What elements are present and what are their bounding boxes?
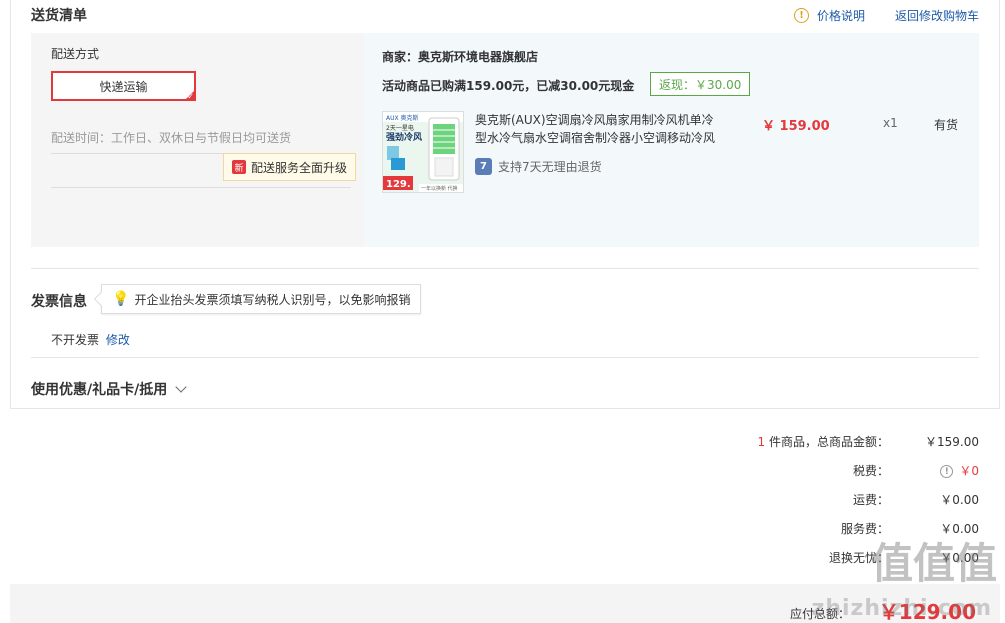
stock-status: 有货 <box>934 118 959 132</box>
price-note-link[interactable]: ! 价格说明 <box>793 7 865 24</box>
air-cooler-image: AUX 奥克斯 2天一星电 强劲冷风 129. 一年以换新 代换 <box>383 112 463 192</box>
tax-value-cell: ! ￥0 <box>889 462 979 479</box>
chevron-down-icon <box>175 381 187 393</box>
rebate-badge: 返现：￥30.00 <box>650 72 751 96</box>
coupon-label: 使用优惠/礼品卡/抵用 <box>31 382 168 398</box>
watermark-text: zhizhizhi.com <box>811 596 992 621</box>
warning-icon: ! <box>793 8 809 23</box>
header-links: ! 价格说明 返回修改购物车 <box>793 7 979 24</box>
info-icon[interactable]: ! <box>940 465 954 478</box>
goods-amount-value: ￥159.00 <box>925 435 979 449</box>
watermark-logo: 值值值 <box>870 539 997 588</box>
invoice-title: 发票信息 <box>31 294 87 310</box>
summary-row-total-goods: 1 件商品，总商品金额： ￥159.00 <box>689 433 979 450</box>
promo-text: 活动商品已购满159.00元，已减30.00元现金 <box>382 79 635 93</box>
summary-row-service: 服务费： ￥0.00 <box>689 520 979 537</box>
seven-day-return-icon: 7 <box>475 158 492 175</box>
divider <box>51 187 351 188</box>
back-to-cart-link[interactable]: 返回修改购物车 <box>895 7 979 24</box>
invoice-tip: 💡 开企业抬头发票须填写纳税人识别号，以免影响报销 <box>93 284 422 314</box>
shipping-method-label: 配送方式 <box>51 47 100 61</box>
divider <box>31 268 979 269</box>
product-price: ￥ 159.00 <box>762 119 830 134</box>
service-fee-value: ￥0.00 <box>940 522 979 536</box>
return-policy: 7 支持7天无理由退货 <box>475 158 602 175</box>
merchant-name: 商家：奥克斯环境电器旗舰店 <box>382 50 539 64</box>
shipping-method-panel: 配送方式 快递运输 ✓ 配送时间：工作日、双休日与节假日均可送货 新 配送服务全… <box>31 33 364 247</box>
upgrade-text: 配送服务全面升级 <box>251 160 348 175</box>
image-headline-small: 2天一星电 <box>386 124 414 132</box>
tax-value: ￥0 <box>959 464 979 478</box>
shipping-box: 配送方式 快递运输 ✓ 配送时间：工作日、双休日与节假日均可送货 新 配送服务全… <box>31 33 979 247</box>
express-shipping-option[interactable]: 快递运输 ✓ <box>51 71 196 101</box>
goods-amount-label: 件商品，总商品金额： <box>765 435 889 449</box>
invoice-status-text: 不开发票 <box>51 333 100 347</box>
image-headline: 强劲冷风 <box>386 131 422 143</box>
divider <box>31 357 979 358</box>
price-note-label[interactable]: 价格说明 <box>817 7 865 24</box>
image-brand: AUX 奥克斯 <box>386 114 419 122</box>
image-footer: 一年以换新 代换 <box>421 185 458 192</box>
summary-row-tax: 税费： ! ￥0 <box>689 462 979 479</box>
invoice-tip-text: 开企业抬头发票须填写纳税人识别号，以免影响报销 <box>134 292 411 307</box>
payment-total-bar: 应付总额： ￥129.00 zhizhizhi.com <box>10 584 1000 623</box>
image-price: 129. <box>386 179 411 190</box>
service-fee-label: 服务费： <box>840 522 889 536</box>
check-icon: ✓ <box>187 92 194 101</box>
product-image[interactable]: AUX 奥克斯 2天一星电 强劲冷风 129. 一年以换新 代换 <box>382 111 464 193</box>
lightbulb-icon: 💡 <box>112 291 130 307</box>
express-shipping-label: 快递运输 <box>99 79 148 94</box>
summary-row-freight: 运费： ￥0.00 <box>689 491 979 508</box>
freight-value: ￥0.00 <box>940 493 979 507</box>
delivery-list-title: 送货清单 <box>31 8 87 24</box>
return-policy-text: 支持7天无理由退货 <box>498 160 602 174</box>
tax-label: 税费： <box>852 464 889 478</box>
delivery-time: 配送时间：工作日、双休日与节假日均可送货 <box>51 131 292 145</box>
product-name-link[interactable]: 奥克斯(AUX)空调扇冷风扇家用制冷风机单冷型水冷气扇水空调宿舍制冷器小空调移动… <box>475 111 725 147</box>
merchant-panel: 商家：奥克斯环境电器旗舰店 活动商品已购满159.00元，已减30.00元现金 … <box>364 33 979 247</box>
goods-count-label: 1 件商品，总商品金额： <box>689 433 889 450</box>
coupon-toggle[interactable]: 使用优惠/礼品卡/抵用 <box>31 379 187 399</box>
worry-free-label: 退换无忧： <box>828 551 889 565</box>
freight-label: 运费： <box>852 493 889 507</box>
invoice-status: 不开发票 修改 <box>51 331 130 348</box>
shipping-upgrade-tip[interactable]: 新 配送服务全面升级 <box>223 153 357 181</box>
product-quantity: x1 <box>883 116 898 130</box>
new-badge-icon: 新 <box>232 160 246 174</box>
invoice-edit-link[interactable]: 修改 <box>106 333 130 347</box>
